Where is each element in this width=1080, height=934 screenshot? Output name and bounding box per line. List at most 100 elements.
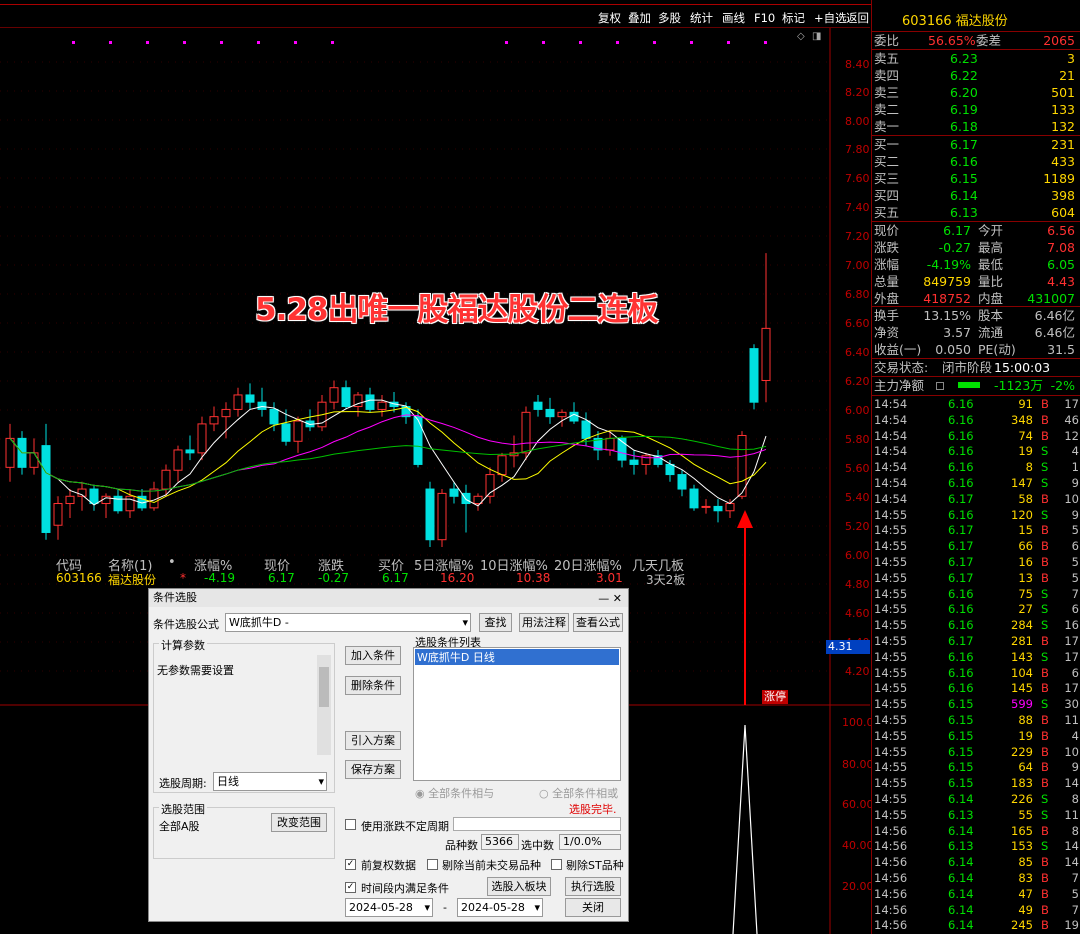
tick-side: S	[1041, 807, 1049, 822]
table-cell: 10.38	[516, 571, 551, 585]
stat-row: 涨跌 -0.27 最高 7.08	[874, 239, 1079, 256]
marker-dot	[109, 41, 112, 44]
find-button[interactable]: 查找	[479, 613, 512, 632]
tick-row: 14:55 6.16 120 S 9	[874, 508, 1080, 524]
tick-price: 6.14	[948, 902, 974, 917]
stat-value: 4.43	[1047, 274, 1075, 289]
candle	[569, 411, 579, 422]
price-axis-label: 4.80	[845, 578, 870, 591]
tick-time: 14:55	[874, 776, 908, 791]
tick-row: 14:55 6.17 15 B 5	[874, 523, 1080, 539]
radio-and[interactable]: ◉ 全部条件相与	[415, 785, 494, 801]
candle	[329, 387, 339, 403]
candle	[221, 408, 231, 418]
radio-or[interactable]: ○ 全部条件相或	[539, 785, 618, 801]
params-scrollbar[interactable]	[317, 655, 331, 755]
table-cell: 6.17	[382, 571, 409, 585]
flow-icon	[936, 382, 944, 390]
tick-time: 14:55	[874, 618, 908, 633]
date-to-input[interactable]: 2024-05-28 ▾	[457, 898, 543, 917]
candle	[497, 455, 507, 476]
tick-volume: 85	[1018, 855, 1033, 870]
candle	[713, 505, 723, 512]
date-from-input[interactable]: 2024-05-28 ▾	[345, 898, 433, 917]
marker-dot	[220, 41, 223, 44]
candle	[377, 401, 387, 410]
range-label: 选股范围	[159, 801, 207, 817]
stat-label: 量比	[978, 274, 1004, 289]
bid-row: 买二 6.16 433	[874, 153, 1079, 170]
tick-price: 6.13	[948, 807, 974, 822]
bid-price: 6.14	[950, 188, 978, 203]
close-button[interactable]: 关闭	[565, 898, 621, 917]
period-select[interactable]: 日线 ▾	[213, 772, 327, 791]
exclude-untraded-checkbox[interactable]	[427, 859, 438, 870]
price-axis-label: 4.20	[845, 665, 870, 678]
tick-count: 11	[1064, 713, 1079, 727]
table-cell: *	[180, 571, 186, 585]
tick-count: 8	[1071, 792, 1079, 806]
tick-price: 6.17	[948, 555, 974, 569]
tick-price: 6.15	[948, 697, 974, 712]
marker-dot	[505, 41, 508, 44]
bid-price: 6.13	[950, 205, 978, 220]
candle	[677, 474, 687, 490]
tick-count: 9	[1071, 507, 1079, 522]
tick-side: S	[1041, 460, 1049, 475]
divider	[872, 395, 1080, 396]
price-axis-label: 6.20	[845, 375, 870, 388]
tick-volume: 83	[1018, 871, 1033, 885]
ma-line-20	[9, 414, 767, 492]
stat-value: -0.27	[938, 240, 971, 255]
condition-list[interactable]: W底抓牛D 日线	[413, 647, 621, 781]
tick-side: B	[1041, 665, 1049, 680]
tick-count: 5	[1071, 523, 1079, 538]
candle	[545, 408, 555, 418]
ask-label: 卖五	[874, 51, 900, 66]
tick-side: B	[1041, 570, 1049, 585]
marker-dot	[331, 41, 334, 44]
import-scheme-button[interactable]: 引入方案	[345, 731, 401, 750]
tick-volume: 245	[1011, 918, 1033, 933]
weicha-label: 委差	[976, 33, 1002, 48]
delete-condition-button[interactable]: 删除条件	[345, 676, 401, 695]
save-scheme-button[interactable]: 保存方案	[345, 760, 401, 779]
usage-button[interactable]: 用法注释	[519, 613, 569, 632]
bid-row: 买四 6.14 398	[874, 187, 1079, 204]
tick-side: S	[1041, 586, 1049, 601]
tick-side: S	[1041, 649, 1049, 664]
formula-label: 条件选股公式	[153, 618, 219, 631]
candle	[269, 408, 279, 425]
view-formula-button[interactable]: 查看公式	[573, 613, 623, 632]
close-icon[interactable]: — ✕	[598, 590, 622, 608]
tick-time: 14:54	[874, 397, 908, 411]
adjust-checkbox[interactable]: ✓	[345, 859, 356, 870]
to-block-button[interactable]: 选股入板块	[487, 877, 551, 896]
tick-volume: 64	[1018, 760, 1033, 775]
tick-time: 14:56	[874, 871, 908, 885]
tick-count: 7	[1071, 902, 1079, 917]
tick-count: 12	[1064, 428, 1079, 443]
flow-row: 主力净额 -1123万 -2%	[874, 377, 1079, 394]
formula-select[interactable]: W底抓牛D - ▾	[225, 613, 471, 632]
bid-price: 6.15	[950, 171, 978, 186]
uncertain-period-checkbox[interactable]	[345, 819, 356, 830]
period-condition-checkbox[interactable]: ✓	[345, 882, 356, 893]
change-range-button[interactable]: 改变范围	[271, 813, 327, 832]
candle	[605, 437, 615, 451]
tick-row: 14:55 6.16 284 S 16	[874, 618, 1080, 634]
add-condition-button[interactable]: 加入条件	[345, 646, 401, 665]
stat-row: 现价 6.17 今开 6.56	[874, 222, 1079, 239]
tick-time: 14:54	[874, 412, 908, 427]
tick-side: S	[1041, 507, 1049, 522]
candle	[437, 492, 447, 541]
list-item[interactable]: W底抓牛D 日线	[415, 649, 619, 665]
tick-price: 6.14	[948, 855, 974, 870]
price-axis-label: 8.20	[845, 86, 870, 99]
exclude-st-checkbox[interactable]	[551, 859, 562, 870]
bid-volume: 1189	[1043, 171, 1075, 186]
run-screen-button[interactable]: 执行选股	[565, 877, 621, 896]
candle	[5, 437, 15, 468]
candle	[425, 488, 435, 541]
ask-volume: 133	[1051, 102, 1075, 117]
